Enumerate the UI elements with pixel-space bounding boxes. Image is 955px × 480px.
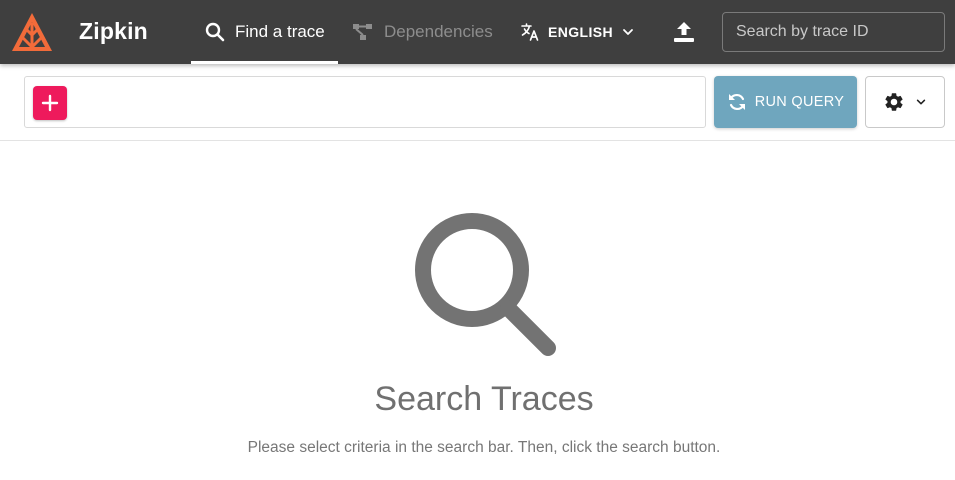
trace-id-search-input[interactable] xyxy=(722,12,945,52)
zipkin-logo-icon[interactable] xyxy=(10,11,54,53)
gear-icon xyxy=(885,93,903,111)
search-criteria-box[interactable] xyxy=(24,76,706,128)
refresh-icon xyxy=(728,93,745,111)
plus-icon xyxy=(41,94,59,112)
top-app-bar: Zipkin Find a trace Dependencies ENGLISH xyxy=(0,0,955,64)
dependencies-icon xyxy=(353,24,372,40)
query-bar: RUN QUERY xyxy=(0,64,955,141)
settings-button[interactable] xyxy=(865,76,945,128)
empty-state-hint: Please select criteria in the search bar… xyxy=(247,439,721,456)
tab-find-a-trace[interactable]: Find a trace xyxy=(191,0,338,64)
language-label: ENGLISH xyxy=(548,24,614,40)
upload-icon xyxy=(674,22,694,42)
tab-dependencies-label: Dependencies xyxy=(384,22,493,41)
run-query-label: RUN QUERY xyxy=(754,94,845,110)
tab-find-a-trace-label: Find a trace xyxy=(235,22,325,41)
tab-dependencies[interactable]: Dependencies xyxy=(352,0,493,64)
chevron-down-icon xyxy=(623,29,633,35)
add-criteria-button[interactable] xyxy=(33,86,67,120)
empty-state-title: Search Traces xyxy=(374,380,594,418)
search-icon xyxy=(415,213,556,356)
language-selector[interactable]: ENGLISH xyxy=(520,0,635,64)
run-query-button[interactable]: RUN QUERY xyxy=(714,76,857,128)
brand-title[interactable]: Zipkin xyxy=(79,18,148,45)
search-icon xyxy=(205,22,225,42)
translate-icon xyxy=(521,23,539,41)
chevron-down-icon xyxy=(916,99,926,105)
upload-button[interactable] xyxy=(670,18,698,46)
